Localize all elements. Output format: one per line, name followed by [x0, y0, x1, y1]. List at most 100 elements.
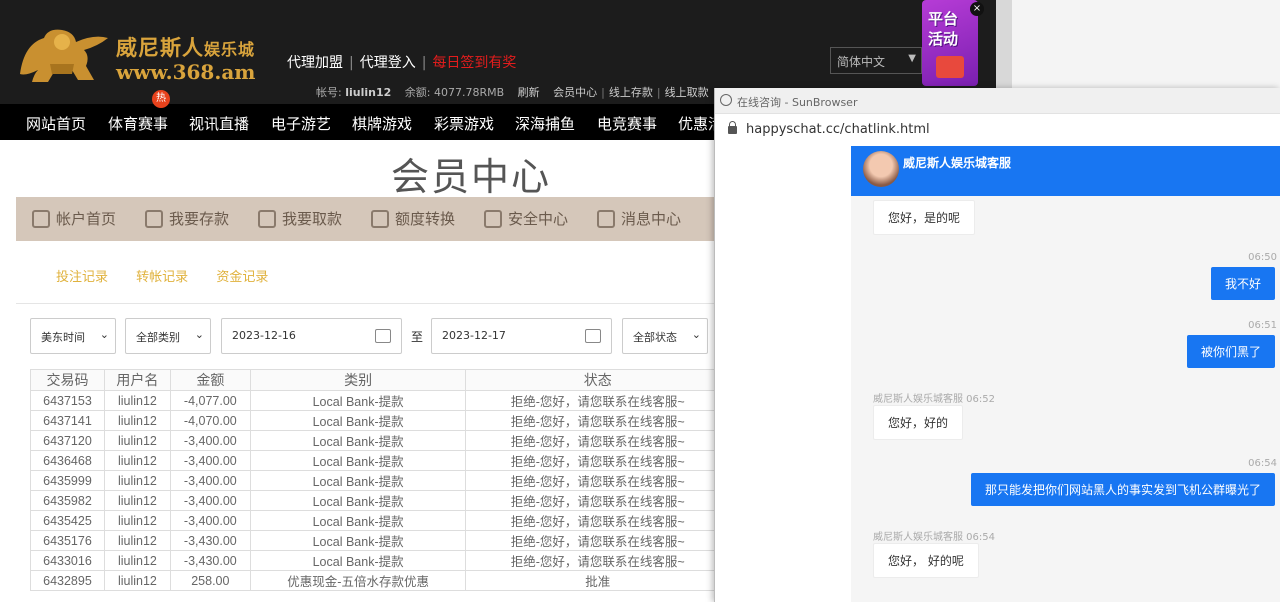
refresh-link[interactable]: 刷新	[518, 86, 540, 99]
nav-cards[interactable]: 棋牌游戏	[352, 113, 412, 134]
tab-messages[interactable]: 消息中心	[597, 208, 681, 229]
table-row: 6437120 liulin12 -3,400.00 Local Bank-提款 拒绝-…	[30, 430, 730, 451]
agent-login-link[interactable]: 代理登入	[360, 55, 416, 71]
platform-promo-banner[interactable]: 平台 活动	[922, 0, 978, 86]
chat-message-user: 那只能发把你们网站黑人的事实发到飞机公群曝光了	[970, 473, 1275, 506]
table-row: 6432895 liulin12 258.00 优惠现金-五倍水存款优惠 批准	[30, 570, 730, 591]
nav-fishing[interactable]: 深海捕鱼	[515, 113, 575, 134]
table-cell: 拒绝-您好，请您联系在线客服~	[465, 530, 730, 551]
nav-live[interactable]: 视讯直播	[189, 113, 249, 134]
chat-message-agent: 您好，是的呢	[873, 200, 976, 235]
table-cell: 6436468	[30, 450, 105, 471]
chevron-down-icon: ▼	[908, 53, 916, 64]
avatar	[863, 151, 899, 187]
table-cell: liulin12	[103, 430, 171, 451]
table-cell: 拒绝-您好，请您联系在线客服~	[465, 470, 730, 491]
table-cell: liulin12	[103, 530, 171, 551]
chat-browser-window: 在线咨询 - SunBrowser happyschat.cc/chatlink…	[714, 88, 1280, 602]
table-row: 6436468 liulin12 -3,400.00 Local Bank-提款 拒绝-…	[30, 450, 730, 471]
table-cell: 批准	[465, 570, 730, 591]
date-to-input[interactable]: 2023-12-17	[431, 318, 612, 354]
close-icon[interactable]: ×	[970, 2, 984, 16]
nav-slots[interactable]: 电子游艺	[271, 113, 331, 134]
account-name: liulin12	[345, 86, 392, 99]
nav-lottery[interactable]: 彩票游戏	[434, 113, 494, 134]
table-cell: Local Bank-提款	[249, 450, 467, 471]
table-row: 6435999 liulin12 -3,400.00 Local Bank-提款 拒绝-…	[30, 470, 730, 491]
tab-security[interactable]: 安全中心	[484, 208, 568, 229]
transaction-table: 交易码 用户名 金额 类别 状态 6437153 liulin12 -4,077.0…	[30, 369, 730, 591]
category-select[interactable]: 全部类别 ⌄	[125, 318, 211, 354]
funds-records-link[interactable]: 资金记录	[216, 270, 268, 285]
table-cell: Local Bank-提款	[249, 390, 467, 411]
table-row: 6435176 liulin12 -3,430.00 Local Bank-提款 拒绝-…	[30, 530, 730, 551]
tab-account-home[interactable]: 帐户首页	[32, 208, 116, 229]
tab-transfer[interactable]: 额度转换	[371, 208, 455, 229]
table-cell: -3,430.00	[169, 550, 251, 571]
globe-icon	[720, 94, 732, 106]
balance-value: 4077.78RMB	[434, 86, 505, 99]
gift-icon	[936, 56, 964, 78]
table-cell: Local Bank-提款	[249, 470, 467, 491]
message-timestamp: 06:50	[1248, 252, 1277, 263]
tab-withdraw[interactable]: 我要取款	[258, 208, 342, 229]
column-header: 金额	[169, 369, 251, 391]
transfer-icon	[371, 209, 389, 228]
chevron-down-icon: ⌄	[99, 328, 109, 341]
logo-chinese-name: 威尼斯人娱乐城	[116, 35, 256, 60]
date-from-input[interactable]: 2023-12-16	[221, 318, 402, 354]
nav-esports[interactable]: 电竞赛事	[597, 113, 657, 134]
table-cell: liulin12	[103, 390, 171, 411]
column-header: 用户名	[103, 369, 171, 391]
nav-sports[interactable]: 体育赛事	[108, 113, 168, 134]
table-row: 6433016 liulin12 -3,430.00 Local Bank-提款 拒绝-…	[30, 550, 730, 571]
timezone-select[interactable]: 美东时间 ⌄	[30, 318, 116, 354]
table-cell: -3,400.00	[169, 510, 251, 531]
table-cell: -3,430.00	[169, 530, 251, 551]
calendar-icon[interactable]	[585, 329, 601, 343]
table-cell: 拒绝-您好，请您联系在线客服~	[465, 430, 730, 451]
divider	[16, 303, 716, 304]
table-cell: 拒绝-您好，请您联系在线客服~	[465, 390, 730, 411]
table-cell: -3,400.00	[169, 470, 251, 491]
column-header: 交易码	[30, 369, 105, 391]
agent-join-link[interactable]: 代理加盟	[287, 55, 343, 71]
message-icon	[597, 209, 615, 228]
bet-records-link[interactable]: 投注记录	[56, 270, 108, 285]
table-row: 6437141 liulin12 -4,070.00 Local Bank-提款 拒绝-…	[30, 410, 730, 431]
wallet-icon	[258, 209, 276, 228]
table-cell: 拒绝-您好，请您联系在线客服~	[465, 510, 730, 531]
address-bar[interactable]: happyschat.cc/chatlink.html	[715, 114, 1280, 146]
calendar-icon[interactable]	[375, 329, 391, 343]
table-cell: Local Bank-提款	[249, 490, 467, 511]
window-titlebar: 在线咨询 - SunBrowser	[715, 88, 1280, 114]
online-withdraw-link[interactable]: 线上取款	[665, 86, 709, 99]
member-center-link[interactable]: 会员中心	[553, 86, 597, 99]
table-cell: liulin12	[103, 510, 171, 531]
agent-name: 威尼斯人娱乐城客服	[903, 156, 1012, 170]
online-deposit-link[interactable]: 线上存款	[609, 86, 653, 99]
daily-signin-link[interactable]: 每日签到有奖	[432, 55, 516, 71]
table-header-row: 交易码 用户名 金额 类别 状态	[30, 369, 730, 391]
table-cell: Local Bank-提款	[249, 410, 467, 431]
shield-icon	[484, 209, 502, 228]
table-cell: -3,400.00	[169, 450, 251, 471]
chat-conversation: 威尼斯人娱乐城客服 您好，是的呢 06:50 我不好 06:51 被你们黑了 威…	[851, 146, 1280, 602]
lock-icon	[728, 121, 737, 134]
table-cell: -3,400.00	[169, 490, 251, 511]
window-title: 在线咨询 - SunBrowser	[737, 96, 858, 109]
transfer-records-link[interactable]: 转帐记录	[136, 270, 188, 285]
status-select[interactable]: 全部状态 ⌄	[622, 318, 708, 354]
table-cell: 优惠现金-五倍水存款优惠	[249, 570, 467, 591]
table-cell: liulin12	[103, 450, 171, 471]
column-header: 状态	[465, 369, 730, 391]
nav-home[interactable]: 网站首页	[26, 113, 86, 134]
table-cell: -4,070.00	[169, 410, 251, 431]
table-cell: liulin12	[103, 570, 171, 591]
table-cell: 6435176	[30, 530, 105, 551]
table-cell: 拒绝-您好，请您联系在线客服~	[465, 410, 730, 431]
tab-deposit[interactable]: 我要存款	[145, 208, 229, 229]
column-header: 类别	[249, 369, 467, 391]
table-cell: Local Bank-提款	[249, 510, 467, 531]
language-select[interactable]: 简体中文 ▼	[830, 47, 922, 74]
